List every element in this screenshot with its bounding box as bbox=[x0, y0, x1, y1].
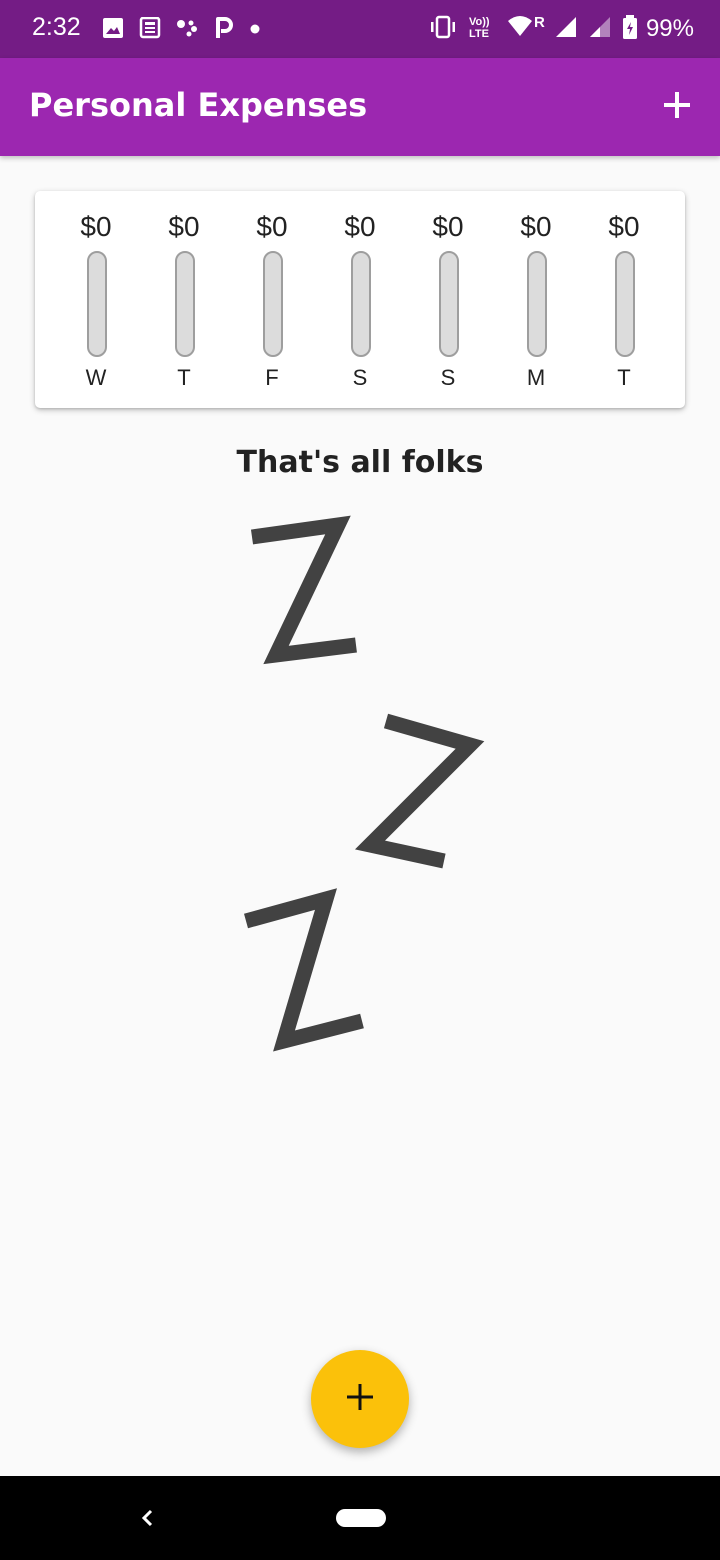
status-time: 2:32 bbox=[32, 13, 81, 41]
assistant-dots-icon bbox=[176, 17, 200, 43]
bar-amount: $0 bbox=[256, 211, 288, 242]
app-title: Personal Expenses bbox=[29, 86, 368, 124]
chart-bar: $0 S bbox=[320, 191, 400, 408]
bar-day-label: M bbox=[526, 365, 546, 390]
bar-track bbox=[263, 251, 283, 357]
app-bar: Personal Expenses bbox=[0, 58, 720, 156]
volte-icon: Vo)) LTE bbox=[466, 14, 498, 44]
bar-day-label: W bbox=[85, 365, 107, 390]
bar-track bbox=[615, 251, 635, 357]
status-right-icons: Vo)) LTE R 99% bbox=[428, 14, 694, 44]
chart-bar: $0 T bbox=[584, 191, 664, 408]
chart-bar: $0 M bbox=[496, 191, 576, 408]
bar-track bbox=[87, 251, 107, 357]
signal-icon bbox=[554, 15, 580, 43]
bar-day-label: T bbox=[617, 365, 631, 390]
status-bar: 2:32 Vo)) LTE R 99% bbox=[0, 0, 720, 58]
bar-day-label: S bbox=[352, 365, 368, 390]
parking-p-icon bbox=[214, 16, 234, 44]
svg-text:LTE: LTE bbox=[469, 28, 489, 40]
bar-day-label: F bbox=[265, 365, 279, 390]
bar-amount: $0 bbox=[520, 211, 552, 242]
add-expense-button[interactable] bbox=[656, 86, 698, 128]
bar-amount: $0 bbox=[344, 211, 376, 242]
bar-day-label: T bbox=[177, 365, 191, 390]
signal-icon bbox=[588, 15, 614, 43]
bar-track bbox=[175, 251, 195, 357]
plus-icon bbox=[662, 90, 692, 124]
bar-amount: $0 bbox=[608, 211, 640, 242]
bar-track bbox=[351, 251, 371, 357]
battery-percent: 99% bbox=[645, 15, 694, 42]
sleeping-zzz-icon bbox=[230, 505, 490, 1069]
bar-track bbox=[439, 251, 459, 357]
chart-bar: $0 W bbox=[56, 191, 136, 408]
notification-dot-icon bbox=[248, 21, 262, 40]
bar-track bbox=[527, 251, 547, 357]
empty-state-title: That's all folks bbox=[236, 445, 484, 480]
chart-bar: $0 T bbox=[144, 191, 224, 408]
weekly-chart-card: $0 W $0 T $0 F $0 S $0 S $0 M $0 T bbox=[35, 191, 685, 408]
bar-day-label: S bbox=[440, 365, 456, 390]
chart-bar: $0 S bbox=[408, 191, 488, 408]
news-icon bbox=[138, 16, 162, 43]
plus-icon bbox=[346, 1383, 374, 1415]
roaming-indicator: R bbox=[534, 15, 545, 31]
wifi-icon: R bbox=[506, 14, 546, 43]
home-pill-icon[interactable] bbox=[336, 1509, 386, 1527]
add-transaction-fab[interactable] bbox=[311, 1350, 409, 1448]
bar-amount: $0 bbox=[80, 211, 112, 242]
status-left-icons bbox=[102, 16, 262, 44]
image-icon bbox=[102, 17, 124, 43]
vibrate-icon bbox=[428, 15, 458, 43]
svg-text:Vo)): Vo)) bbox=[469, 16, 490, 28]
bar-amount: $0 bbox=[168, 211, 200, 242]
bar-amount: $0 bbox=[432, 211, 464, 242]
chart-bar: $0 F bbox=[232, 191, 312, 408]
back-chevron-icon[interactable] bbox=[134, 1502, 160, 1538]
battery-charging-icon bbox=[622, 14, 638, 44]
